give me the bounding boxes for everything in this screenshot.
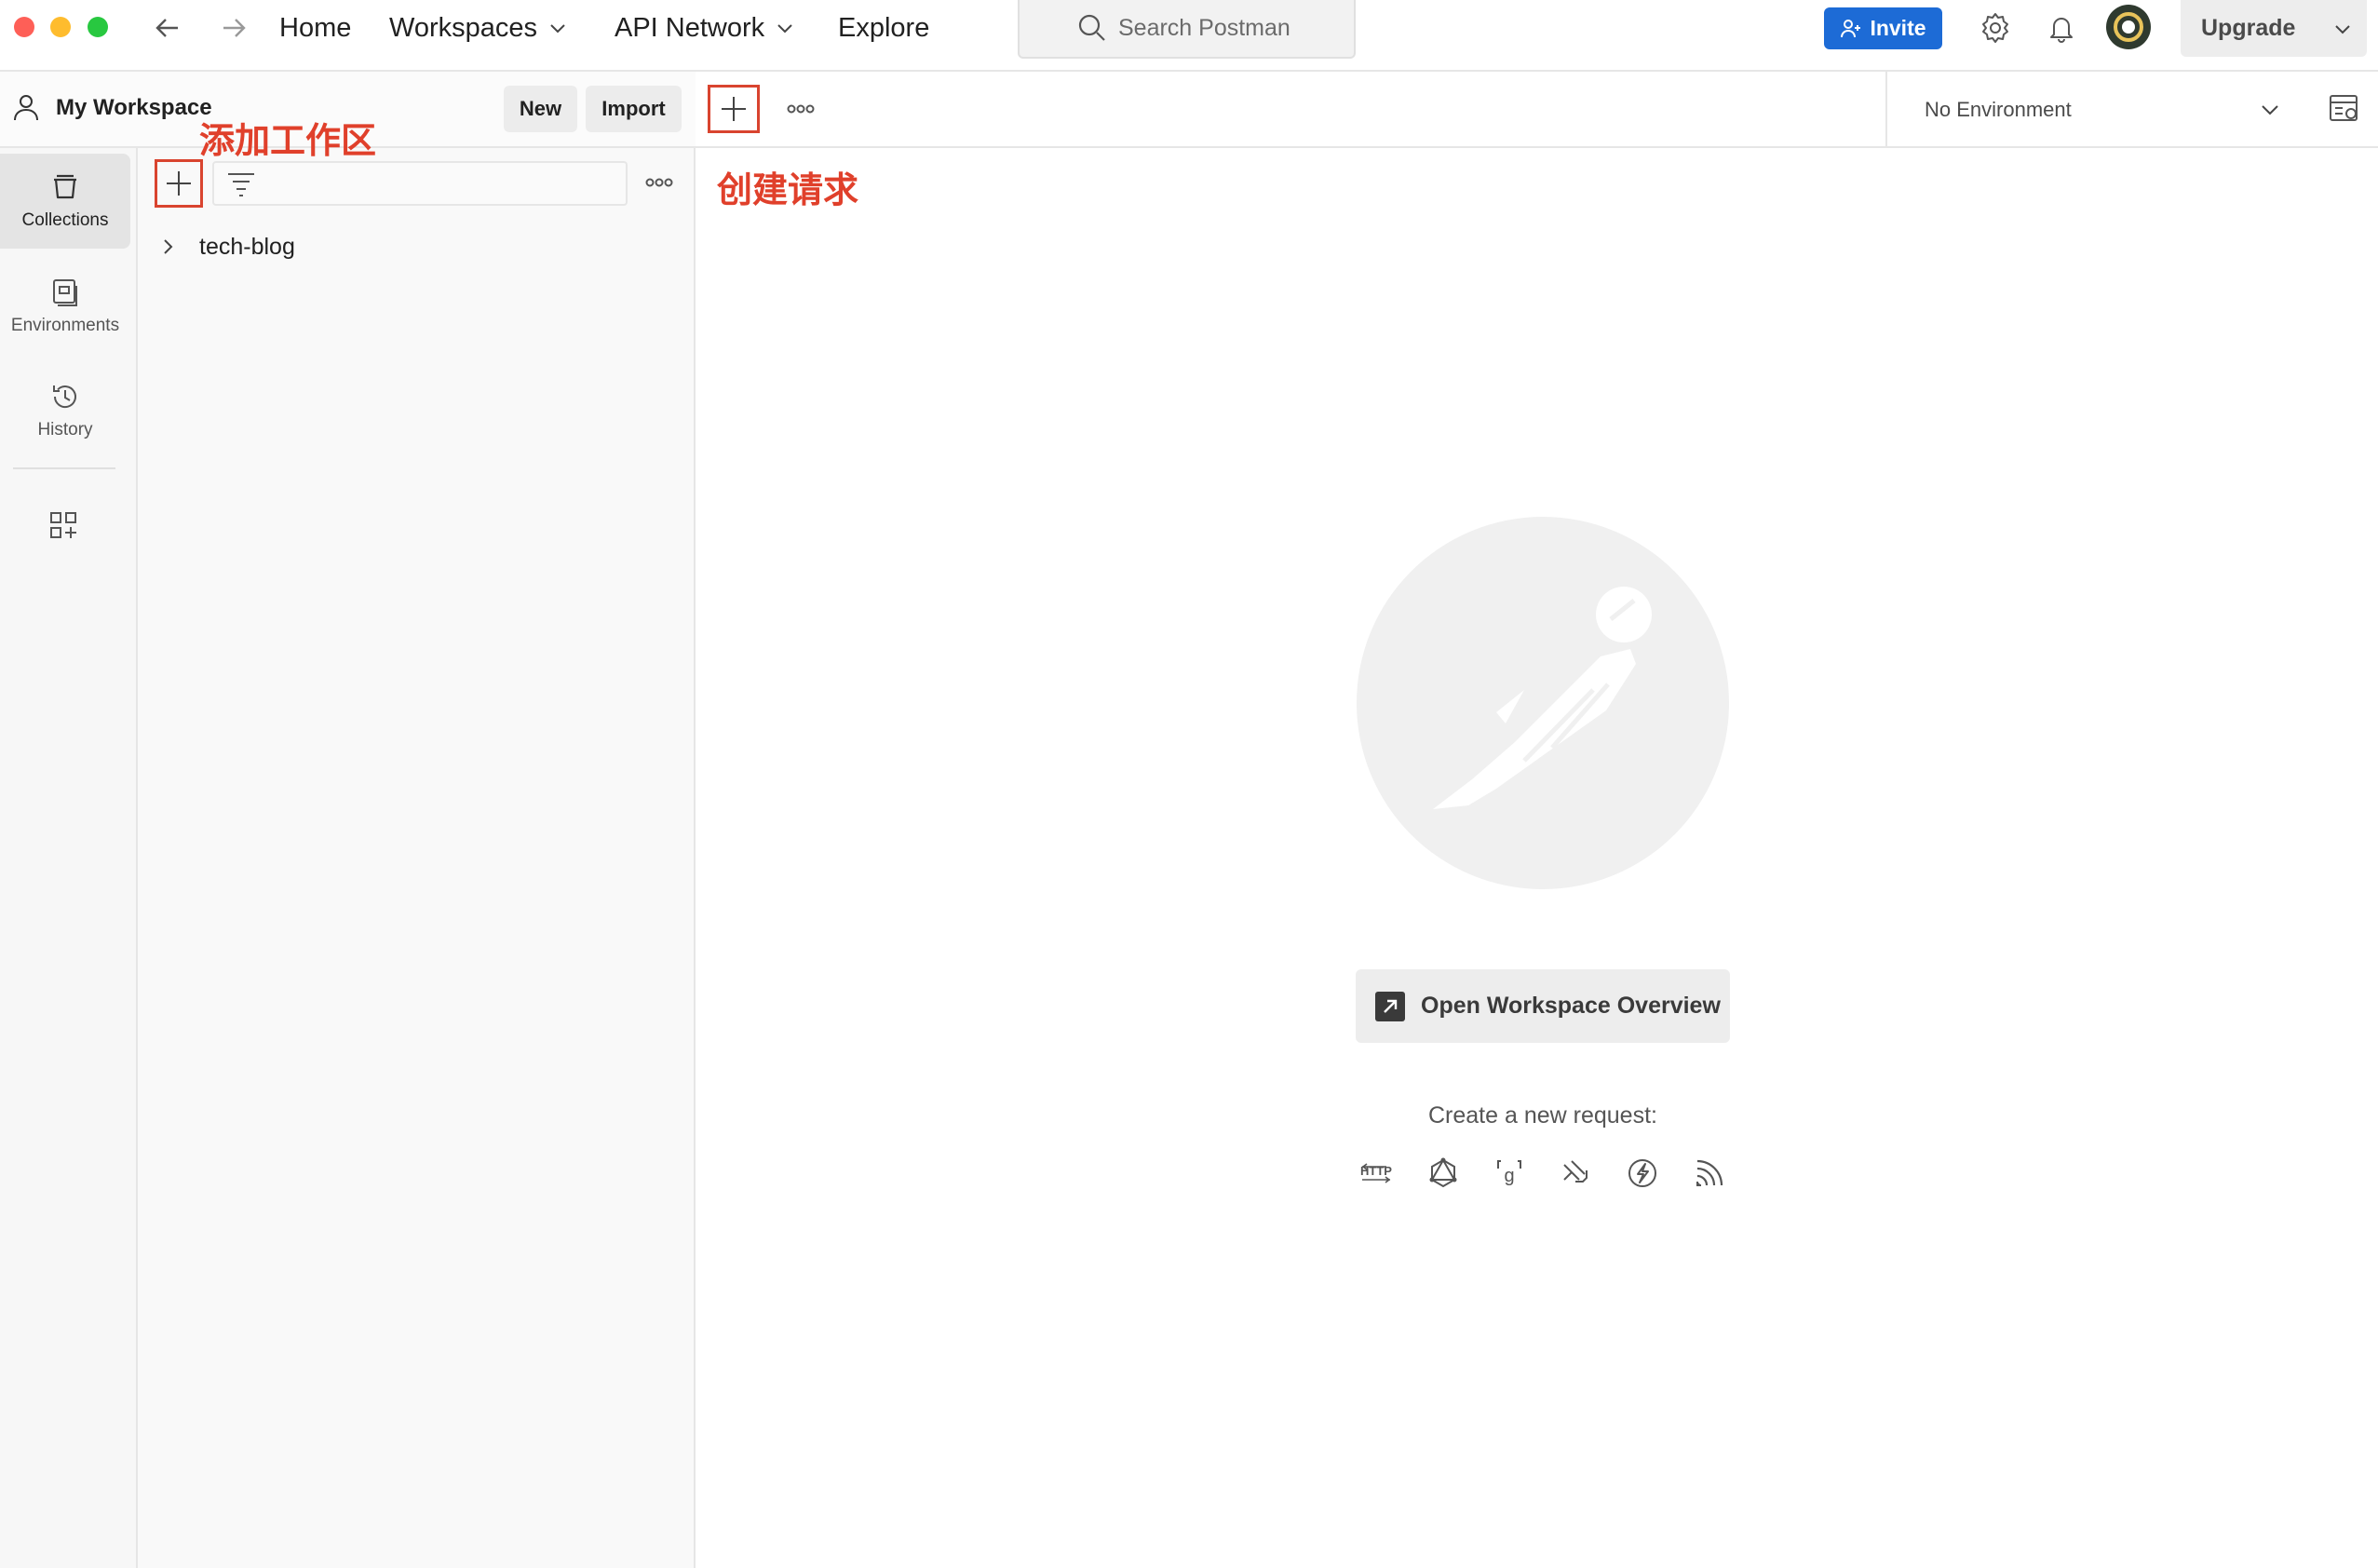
back-arrow-icon[interactable] — [149, 9, 186, 47]
import-button[interactable]: Import — [586, 86, 682, 132]
nav-workspaces[interactable]: Workspaces — [389, 11, 567, 45]
apps-icon[interactable] — [42, 504, 85, 547]
new-button[interactable]: New — [504, 86, 577, 132]
tree-item-tech-blog[interactable]: tech-blog — [158, 231, 295, 263]
chevron-right-icon[interactable] — [158, 237, 177, 256]
overview-button-label: Open Workspace Overview — [1421, 993, 1721, 1019]
rail-item-history[interactable]: History — [0, 363, 130, 458]
chevron-down-icon — [777, 24, 792, 34]
invite-label: Invite — [1870, 16, 1926, 40]
collection-name: tech-blog — [199, 233, 295, 260]
collections-icon — [54, 174, 76, 199]
http-icon[interactable]: HTTP — [1356, 1153, 1397, 1194]
nav-explore-label: Explore — [838, 12, 930, 43]
environments-icon — [53, 279, 77, 306]
window-close-button[interactable] — [14, 17, 34, 37]
workspace-title[interactable]: My Workspace — [56, 95, 212, 121]
external-link-icon — [1375, 991, 1405, 1021]
nav-workspaces-label: Workspaces — [389, 12, 538, 43]
rail-item-label: Collections — [21, 210, 109, 230]
add-user-icon — [1841, 19, 1861, 37]
more-options-icon[interactable] — [787, 103, 815, 115]
more-options-icon[interactable] — [645, 177, 673, 188]
plus-icon — [722, 97, 746, 121]
search-placeholder: Search Postman — [1118, 15, 1290, 41]
avatar[interactable] — [2106, 5, 2151, 49]
rail-item-environments[interactable]: Environments — [0, 259, 130, 354]
environment-selector[interactable]: No Environment — [1885, 72, 2314, 148]
new-tab-button[interactable] — [708, 85, 760, 133]
socketio-icon[interactable] — [1622, 1153, 1663, 1194]
rail-item-label: Environments — [10, 316, 120, 335]
nav-api-network[interactable]: API Network — [615, 11, 794, 45]
user-icon — [10, 91, 42, 123]
graphql-icon[interactable] — [1423, 1153, 1464, 1194]
annotation-add-workspace: 添加工作区 — [199, 120, 377, 161]
window-zoom-button[interactable] — [88, 17, 108, 37]
grpc-icon[interactable]: g — [1489, 1153, 1530, 1194]
invite-button[interactable]: Invite — [1824, 7, 1942, 49]
nav-home-label: Home — [279, 12, 352, 43]
collections-sidebar — [138, 72, 696, 1568]
chevron-down-icon — [2262, 105, 2278, 115]
upgrade-button[interactable]: Upgrade — [2181, 0, 2367, 57]
create-request-label: Create a new request: — [1428, 1102, 1657, 1129]
environment-label: No Environment — [1925, 98, 2072, 121]
forward-arrow-icon[interactable] — [215, 9, 252, 47]
rail-item-label: History — [37, 420, 93, 439]
notification-bell-icon[interactable] — [2040, 7, 2083, 49]
plus-icon — [167, 171, 191, 196]
postman-logo-icon — [1357, 517, 1729, 889]
upgrade-label: Upgrade — [2201, 15, 2296, 41]
svg-text:g: g — [1505, 1166, 1515, 1186]
settings-gear-icon[interactable] — [1974, 7, 2017, 49]
search-icon — [1077, 13, 1107, 43]
rail-divider — [13, 467, 115, 469]
request-type-icons: HTTP g — [1356, 1153, 1730, 1194]
nav-home[interactable]: Home — [279, 11, 351, 45]
annotation-create-request: 创建请求 — [717, 169, 859, 210]
history-icon — [53, 385, 76, 408]
new-label: New — [519, 97, 562, 120]
filter-icon[interactable] — [226, 169, 256, 197]
mqtt-icon[interactable] — [1689, 1153, 1730, 1194]
open-workspace-overview-button[interactable]: Open Workspace Overview — [1356, 969, 1730, 1043]
nav-api-network-label: API Network — [615, 12, 765, 43]
search-input[interactable]: Search Postman — [1018, 0, 1356, 59]
chevron-down-icon — [550, 24, 565, 34]
import-label: Import — [601, 97, 666, 120]
window-minimize-button[interactable] — [50, 17, 71, 37]
chevron-down-icon[interactable] — [2332, 19, 2353, 39]
add-collection-button[interactable] — [155, 159, 203, 208]
nav-explore[interactable]: Explore — [838, 11, 929, 45]
environment-quick-look-icon[interactable] — [2328, 92, 2361, 126]
websocket-icon[interactable] — [1556, 1153, 1597, 1194]
rail-item-collections[interactable]: Collections — [0, 154, 130, 249]
filter-input[interactable] — [212, 161, 628, 206]
